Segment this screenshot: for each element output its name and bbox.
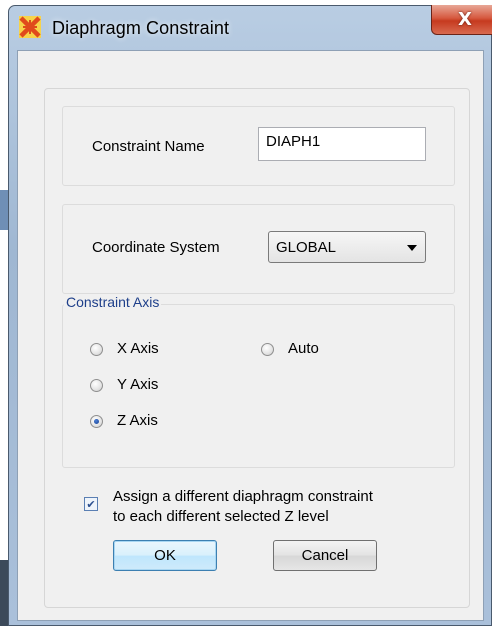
auto-label[interactable]: Auto — [288, 340, 319, 357]
coordinate-system-panel: Coordinate System GLOBAL — [62, 204, 455, 294]
options-frame: Constraint Name DIAPH1 Coordinate System… — [44, 88, 470, 608]
window-edge-left — [0, 190, 8, 230]
coordinate-system-label: Coordinate System — [92, 239, 220, 256]
dialog-window: Diaphragm Constraint X Constraint Name D… — [8, 5, 492, 626]
assign-different-checkbox[interactable]: ✔ — [84, 497, 98, 511]
app-icon — [19, 16, 41, 38]
radio-selected-dot — [94, 419, 99, 424]
checkmark-icon: ✔ — [86, 497, 96, 511]
dialog-body: Constraint Name DIAPH1 Coordinate System… — [17, 50, 484, 621]
constraint-axis-title: Constraint Axis — [64, 294, 162, 310]
constraint-name-input[interactable]: DIAPH1 — [258, 127, 426, 161]
coordinate-system-select[interactable]: GLOBAL — [268, 231, 426, 263]
x-axis-radio[interactable] — [90, 343, 103, 356]
ok-button[interactable]: OK — [113, 540, 217, 571]
window-title: Diaphragm Constraint — [52, 18, 230, 38]
window-edge-left-lower — [0, 560, 8, 626]
assign-option-line1[interactable]: Assign a different diaphragm constraint — [113, 488, 373, 505]
assign-option-line2[interactable]: to each different selected Z level — [113, 508, 329, 525]
constraint-name-panel: Constraint Name DIAPH1 — [62, 106, 455, 186]
title-bar[interactable]: Diaphragm Constraint X — [9, 5, 492, 50]
constraint-name-label: Constraint Name — [92, 138, 205, 155]
y-axis-label[interactable]: Y Axis — [117, 376, 158, 393]
close-icon: X — [458, 9, 472, 30]
dropdown-arrow-icon — [407, 245, 417, 251]
close-button[interactable]: X — [431, 5, 492, 35]
z-axis-label[interactable]: Z Axis — [117, 412, 158, 429]
x-axis-label[interactable]: X Axis — [117, 340, 159, 357]
y-axis-radio[interactable] — [90, 379, 103, 392]
cancel-button[interactable]: Cancel — [273, 540, 377, 571]
z-axis-radio[interactable] — [90, 415, 103, 428]
coordinate-system-value: GLOBAL — [276, 239, 337, 256]
auto-radio[interactable] — [261, 343, 274, 356]
